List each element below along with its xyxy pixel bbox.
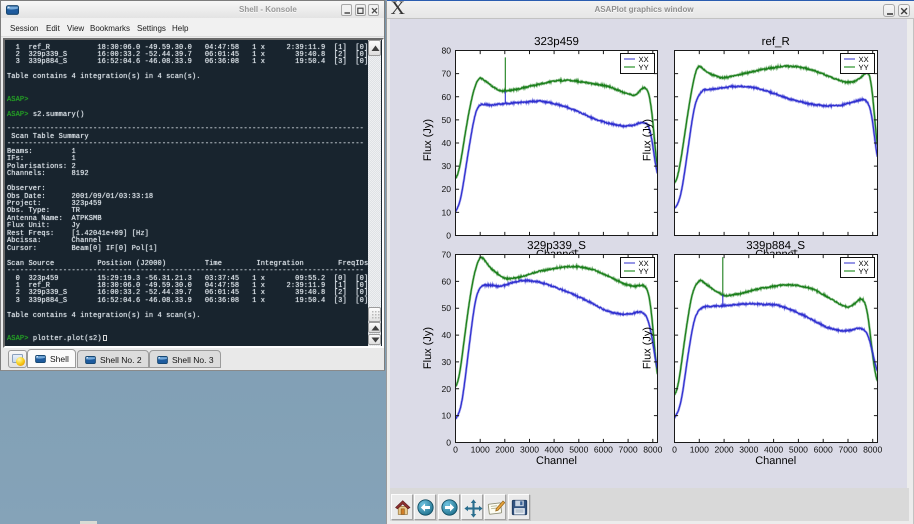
svg-text:Channel: Channel — [536, 455, 577, 467]
svg-text:0: 0 — [446, 231, 451, 241]
svg-text:2000: 2000 — [495, 445, 514, 455]
svg-text:YY: YY — [639, 63, 649, 72]
svg-text:7000: 7000 — [619, 445, 638, 455]
svg-text:50: 50 — [441, 115, 451, 125]
svg-text:1000: 1000 — [471, 445, 490, 455]
svg-text:0: 0 — [453, 445, 458, 455]
svg-text:3000: 3000 — [520, 445, 539, 455]
svg-text:Flux (Jy): Flux (Jy) — [422, 327, 434, 369]
svg-text:10: 10 — [441, 411, 451, 421]
svg-text:3000: 3000 — [739, 445, 758, 455]
svg-text:5000: 5000 — [569, 445, 588, 455]
svg-text:60: 60 — [441, 276, 451, 286]
svg-text:YY: YY — [859, 267, 869, 276]
svg-text:6000: 6000 — [594, 445, 613, 455]
svg-text:5000: 5000 — [789, 445, 808, 455]
svg-text:8000: 8000 — [643, 445, 662, 455]
svg-text:0: 0 — [672, 445, 677, 455]
svg-text:7000: 7000 — [838, 445, 857, 455]
svg-text:30: 30 — [441, 161, 451, 171]
svg-text:ref_R: ref_R — [762, 36, 790, 48]
svg-text:20: 20 — [441, 384, 451, 394]
svg-text:YY: YY — [859, 63, 869, 72]
svg-text:30: 30 — [441, 357, 451, 367]
svg-text:70: 70 — [441, 250, 451, 260]
svg-text:60: 60 — [441, 92, 451, 102]
svg-text:40: 40 — [441, 330, 451, 340]
svg-text:323p459: 323p459 — [534, 36, 579, 48]
svg-text:40: 40 — [441, 138, 451, 148]
svg-text:20: 20 — [441, 184, 451, 194]
svg-text:8000: 8000 — [863, 445, 882, 455]
svg-text:2000: 2000 — [715, 445, 734, 455]
svg-text:6000: 6000 — [814, 445, 833, 455]
svg-text:YY: YY — [639, 267, 649, 276]
svg-text:339p884_S: 339p884_S — [746, 240, 805, 252]
svg-text:4000: 4000 — [545, 445, 564, 455]
svg-text:329p339_S: 329p339_S — [527, 240, 586, 252]
svg-text:1000: 1000 — [690, 445, 709, 455]
svg-text:Channel: Channel — [755, 455, 796, 467]
svg-text:Flux (Jy): Flux (Jy) — [642, 327, 654, 369]
svg-text:Flux (Jy): Flux (Jy) — [642, 119, 654, 161]
svg-text:4000: 4000 — [764, 445, 783, 455]
svg-text:Flux (Jy): Flux (Jy) — [422, 119, 434, 161]
svg-text:10: 10 — [441, 207, 451, 217]
svg-text:70: 70 — [441, 69, 451, 79]
svg-text:50: 50 — [441, 303, 451, 313]
svg-text:0: 0 — [446, 438, 451, 448]
svg-text:80: 80 — [441, 46, 451, 56]
